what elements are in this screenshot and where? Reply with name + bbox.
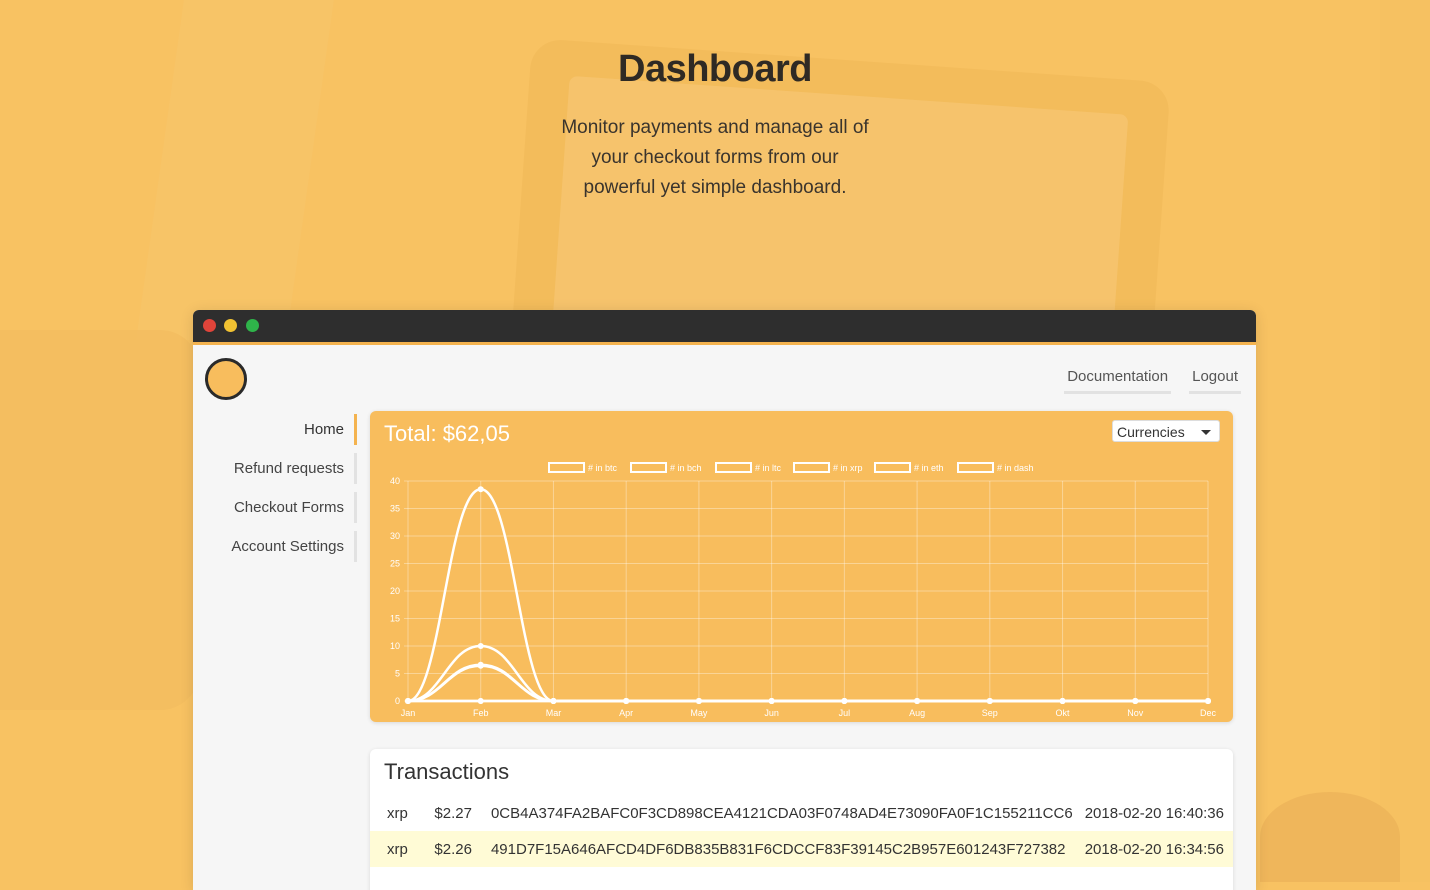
tx-time: 2018-02-20 16:40:36 xyxy=(1084,804,1224,822)
y-tick-label: 30 xyxy=(390,531,400,541)
x-tick-label: Apr xyxy=(619,708,633,718)
transactions-table: xrp $2.27 0CB4A374FA2BAFC0F3CD898CEA4121… xyxy=(370,795,1233,867)
tx-time: 2018-02-20 16:34:56 xyxy=(1084,831,1233,867)
data-point xyxy=(623,698,630,704)
x-tick-label: Feb xyxy=(473,708,489,718)
tx-hash: 491D7F15A646AFCD4DF6DB835B831F6CDCCF83F3… xyxy=(490,831,1085,867)
data-point xyxy=(477,662,484,669)
table-row[interactable]: xrp $2.26 491D7F15A646AFCD4DF6DB835B831F… xyxy=(370,831,1233,867)
y-tick-label: 25 xyxy=(390,559,400,569)
data-point xyxy=(914,698,921,704)
legend-label: # in eth xyxy=(914,463,944,473)
tx-amount: $2.27 xyxy=(434,804,472,822)
legend-swatch xyxy=(548,462,585,473)
x-tick-label: Jun xyxy=(764,708,779,718)
x-tick-label: Jul xyxy=(839,708,851,718)
data-point xyxy=(550,698,557,704)
sidebar-item-home[interactable]: Home xyxy=(193,414,357,445)
tx-amount: $2.26 xyxy=(434,831,491,867)
legend-swatch xyxy=(630,462,667,473)
currencies-dropdown-label: Currencies xyxy=(1117,424,1185,440)
data-point xyxy=(1205,698,1211,704)
y-tick-label: 0 xyxy=(395,696,400,706)
data-point xyxy=(986,698,993,704)
transactions-card: Transactions xrp $2.27 0CB4A374FA2BAFC0F… xyxy=(370,749,1233,890)
x-tick-label: Jan xyxy=(401,708,416,718)
data-point xyxy=(1132,698,1139,704)
y-tick-label: 35 xyxy=(390,504,400,514)
background-decor xyxy=(1260,792,1400,882)
app-logo[interactable] xyxy=(205,358,247,400)
logout-link[interactable]: Logout xyxy=(1189,368,1241,394)
minimize-window-button[interactable] xyxy=(224,319,237,332)
sidebar: Home Refund requests Checkout Forms Acco… xyxy=(193,414,357,570)
page-title: Dashboard xyxy=(618,48,812,90)
page-subtitle: Monitor payments and manage all of your … xyxy=(561,117,869,198)
series-line xyxy=(407,487,1208,703)
y-tick-label: 20 xyxy=(390,586,400,596)
sidebar-item-account-settings[interactable]: Account Settings xyxy=(193,531,357,562)
table-row[interactable]: xrp $2.27 0CB4A374FA2BAFC0F3CD898CEA4121… xyxy=(370,795,1233,831)
x-tick-label: May xyxy=(690,708,708,718)
currencies-dropdown[interactable]: Currencies xyxy=(1112,420,1220,442)
y-tick-label: 40 xyxy=(390,476,400,486)
legend-label: # in bch xyxy=(670,463,702,473)
tx-hash: 0CB4A374FA2BAFC0F3CD898CEA4121CDA03F0748… xyxy=(490,804,1073,822)
close-window-button[interactable] xyxy=(203,319,216,332)
legend-swatch xyxy=(957,462,994,473)
legend-swatch xyxy=(793,462,830,473)
legend-label: # in dash xyxy=(997,463,1034,473)
maximize-window-button[interactable] xyxy=(246,319,259,332)
tx-currency: xrp xyxy=(370,831,435,867)
data-point xyxy=(841,698,848,704)
x-tick-label: Okt xyxy=(1056,708,1071,718)
sidebar-item-checkout-forms[interactable]: Checkout Forms xyxy=(193,492,357,523)
y-tick-label: 10 xyxy=(390,641,400,651)
legend-label: # in ltc xyxy=(755,463,782,473)
data-point xyxy=(477,698,484,704)
series-line xyxy=(407,663,1208,703)
x-tick-label: Nov xyxy=(1127,708,1144,718)
data-point xyxy=(477,643,484,649)
data-point xyxy=(1059,698,1066,704)
data-point xyxy=(405,698,411,704)
transactions-title: Transactions xyxy=(384,759,510,784)
data-point xyxy=(768,698,775,704)
total-amount: Total: $62,05 xyxy=(384,421,510,446)
legend-swatch xyxy=(874,462,911,473)
x-tick-label: Sep xyxy=(982,708,998,718)
chart-card: Jan Feb Mar Apr May Jun Jul Aug Sep Okt Nov Dec 0 5 10… xyxy=(370,411,1233,722)
series-line xyxy=(407,664,1208,703)
legend-label: # in btc xyxy=(588,463,618,473)
legend-label: # in xrp xyxy=(833,463,863,473)
window-titlebar xyxy=(193,310,1256,345)
app-window: Documentation Logout Home Refund request… xyxy=(193,310,1256,890)
hero: Dashboard Monitor payments and manage al… xyxy=(0,48,1430,203)
payments-chart: Jan Feb Mar Apr May Jun Jul Aug Sep Okt Nov Dec 0 5 10… xyxy=(390,462,1217,718)
chevron-down-icon xyxy=(1201,430,1211,435)
x-tick-label: Mar xyxy=(546,708,562,718)
documentation-link[interactable]: Documentation xyxy=(1064,368,1172,394)
top-nav: Documentation Logout xyxy=(1064,368,1241,394)
sidebar-item-refund-requests[interactable]: Refund requests xyxy=(193,453,357,484)
background-decor xyxy=(0,330,200,710)
x-tick-label: Dec xyxy=(1200,708,1217,718)
tx-currency: xrp xyxy=(387,804,408,822)
legend-swatch xyxy=(715,462,752,473)
y-tick-label: 15 xyxy=(390,614,400,624)
data-point xyxy=(477,486,484,493)
y-tick-label: 5 xyxy=(395,669,400,679)
data-point xyxy=(695,698,702,704)
x-tick-label: Aug xyxy=(909,708,925,718)
